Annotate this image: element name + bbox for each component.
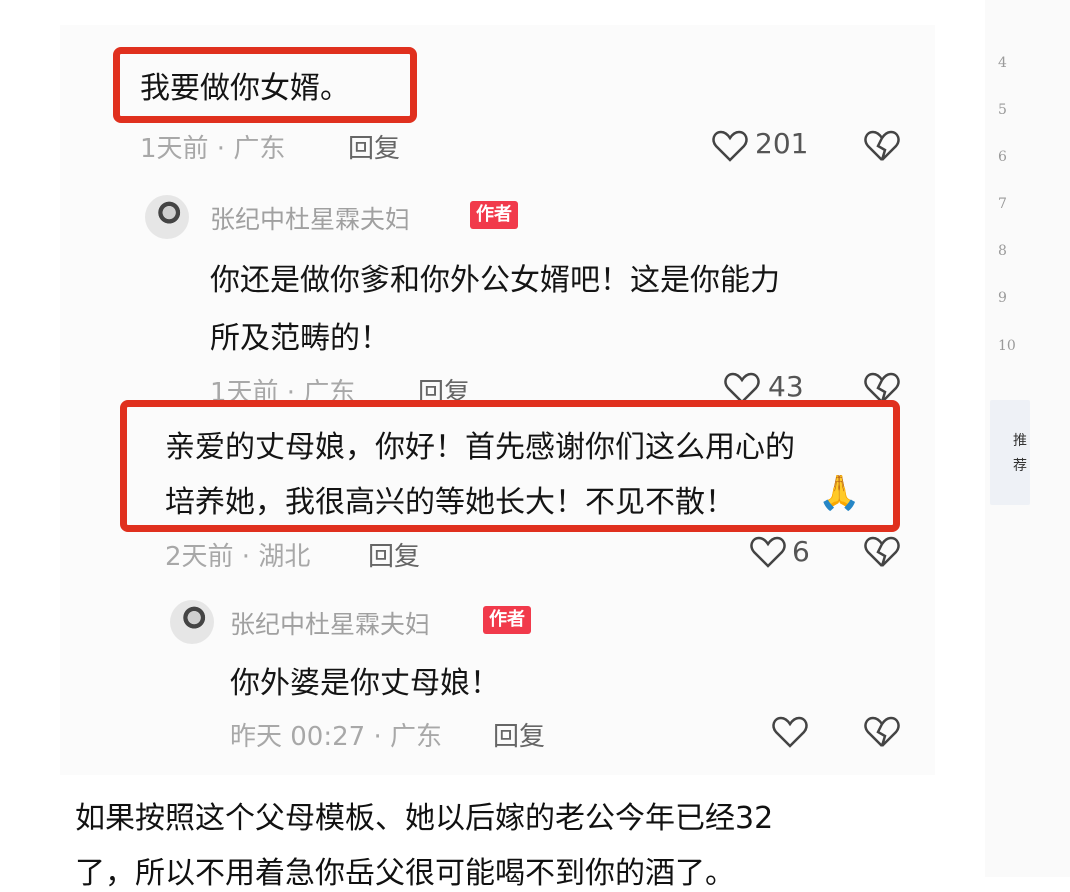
broken-heart-icon[interactable]	[862, 126, 902, 166]
side-card-char: 荐	[1013, 458, 1027, 474]
comment-meta: 1天前 · 广东	[140, 134, 286, 164]
comment-text-line: 亲爱的丈母娘，你好！首先感谢你们这么用心的	[165, 430, 795, 465]
author-badge: 作者	[483, 606, 531, 634]
line-number: 5	[998, 102, 1007, 118]
like-count: 6	[792, 535, 810, 568]
watermark: 搜狐号 / 萧...	[790, 844, 945, 874]
author-name[interactable]: 张纪中杜星霖夫妇	[230, 605, 430, 641]
avatar[interactable]	[170, 600, 214, 644]
line-number: 7	[998, 196, 1007, 212]
author-badge: 作者	[470, 201, 518, 229]
reply-text-line: 你还是做你爹和你外公女婿吧！这是你能力	[210, 263, 780, 298]
reply-text-line: 所及范畴的！	[210, 321, 390, 356]
line-number: 6	[998, 149, 1007, 165]
comment-meta: 昨天 00:27 · 广东	[230, 722, 442, 752]
line-number: 4	[998, 55, 1007, 71]
heart-icon[interactable]	[710, 126, 750, 166]
reply-button[interactable]: 回复	[348, 128, 400, 165]
line-number: 9	[998, 290, 1007, 306]
pray-emoji: 🙏	[818, 473, 861, 513]
reply-button[interactable]: 回复	[493, 716, 545, 753]
avatar[interactable]	[145, 195, 189, 239]
side-card[interactable]: 推 荐	[990, 400, 1030, 505]
author-name[interactable]: 张纪中杜星霖夫妇	[210, 200, 410, 236]
line-number: 8	[998, 243, 1007, 259]
comment-text-line: 培养她，我很高兴的等她长大！不见不散！	[165, 485, 735, 520]
heart-icon[interactable]	[770, 712, 810, 752]
comment-text: 我要做你女婿。	[140, 71, 350, 106]
like-count: 201	[755, 127, 809, 160]
broken-heart-icon[interactable]	[862, 532, 902, 572]
like-count: 43	[768, 370, 804, 403]
broken-heart-icon[interactable]	[862, 712, 902, 752]
reply-text: 你外婆是你丈母娘！	[230, 666, 500, 701]
side-card-char: 推	[1013, 433, 1027, 449]
caption-line: 如果按照这个父母模板、她以后嫁的老公今年已经32	[75, 801, 774, 836]
reply-button[interactable]: 回复	[368, 536, 420, 573]
comment-meta: 2天前 · 湖北	[165, 542, 311, 572]
line-number: 10	[998, 338, 1016, 354]
heart-icon[interactable]	[748, 532, 788, 572]
caption-line: 了，所以不用着急你岳父很可能喝不到你的酒了。	[75, 856, 735, 891]
